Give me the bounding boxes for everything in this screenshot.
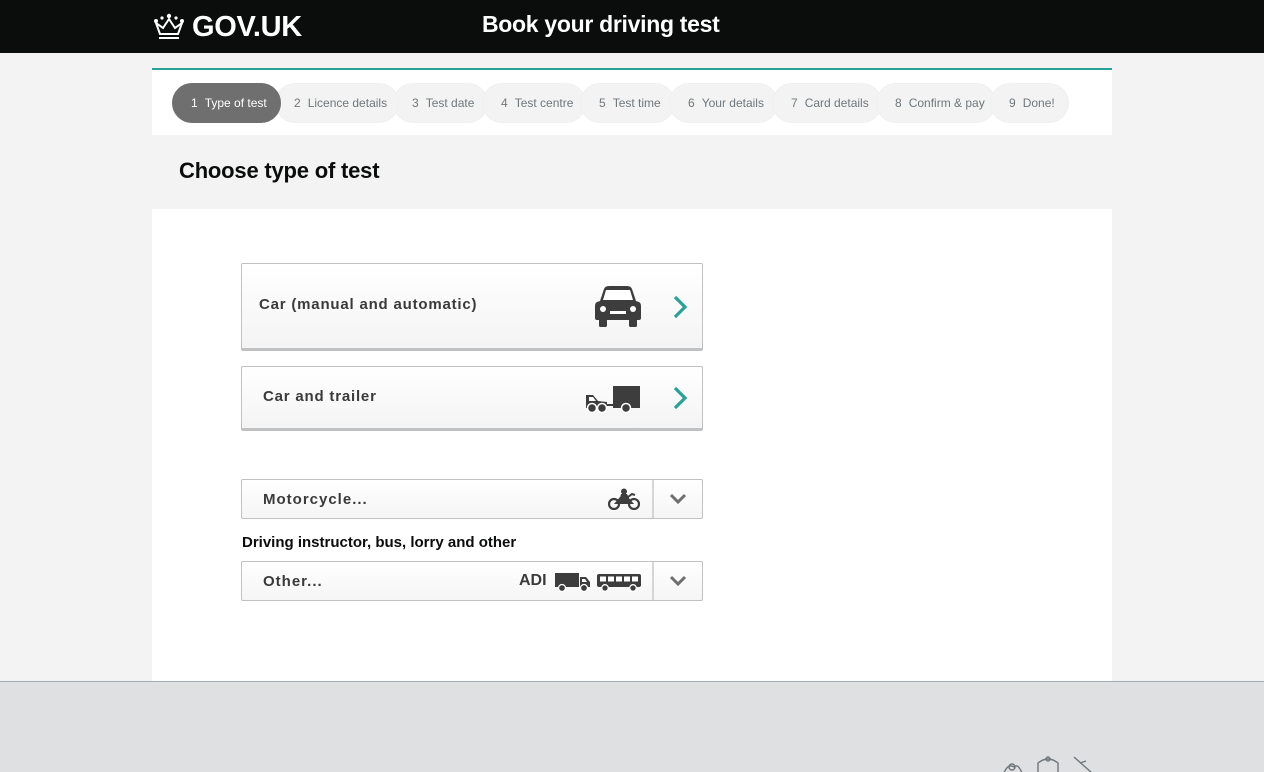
car-and-trailer-option-label: Car and trailer bbox=[263, 388, 377, 405]
step-card-details: 7 Card details bbox=[772, 83, 882, 123]
step-number: 3 bbox=[412, 96, 419, 110]
progress-steps: 1 Type of test 2 Licence details 3 Test … bbox=[172, 83, 1069, 123]
step-test-date: 3 Test date bbox=[393, 83, 488, 123]
select-divider bbox=[652, 562, 654, 600]
heading-band: Choose type of test bbox=[152, 135, 1112, 209]
crown-icon bbox=[153, 13, 185, 39]
bus-icon bbox=[597, 574, 641, 592]
step-label: Test centre bbox=[514, 96, 574, 110]
step-label: Card details bbox=[804, 96, 869, 110]
logo-text: GOV.UK bbox=[192, 10, 302, 43]
step-licence-details: 2 Licence details bbox=[275, 83, 399, 123]
other-select-label: Other... bbox=[263, 573, 323, 590]
page-title: Choose type of test bbox=[179, 158, 380, 183]
other-select[interactable]: Other... ADI bbox=[241, 561, 703, 601]
step-done: 9 Done! bbox=[990, 83, 1069, 123]
step-number: 1 bbox=[191, 96, 198, 110]
select-divider bbox=[652, 480, 654, 518]
step-label: Your details bbox=[701, 96, 764, 110]
step-test-centre: 4 Test centre bbox=[482, 83, 586, 123]
step-number: 8 bbox=[895, 96, 902, 110]
step-test-time: 5 Test time bbox=[580, 83, 675, 123]
step-label: Licence details bbox=[307, 96, 388, 110]
step-type-of-test: 1 Type of test bbox=[172, 83, 281, 123]
site-footer bbox=[0, 681, 1264, 772]
step-number: 6 bbox=[688, 96, 695, 110]
step-number: 9 bbox=[1009, 96, 1016, 110]
royal-crest-icon bbox=[1003, 756, 1092, 772]
step-number: 2 bbox=[294, 96, 301, 110]
motorcycle-select-label: Motorcycle... bbox=[263, 491, 368, 508]
motorcycle-icon bbox=[608, 488, 640, 510]
step-number: 5 bbox=[599, 96, 606, 110]
car-and-trailer-option-button[interactable]: Car and trailer bbox=[241, 366, 703, 431]
step-label: Type of test bbox=[204, 96, 267, 110]
motorcycle-select[interactable]: Motorcycle... bbox=[241, 479, 703, 519]
service-name[interactable]: Book your driving test bbox=[482, 11, 720, 38]
step-label: Done! bbox=[1022, 96, 1055, 110]
main-container: 1 Type of test 2 Licence details 3 Test … bbox=[152, 68, 1112, 681]
step-label: Confirm & pay bbox=[908, 96, 985, 110]
step-number: 7 bbox=[791, 96, 798, 110]
chevron-right-icon bbox=[673, 386, 688, 410]
chevron-right-icon bbox=[673, 295, 688, 319]
car-trailer-icon bbox=[586, 386, 640, 413]
other-tests-heading: Driving instructor, bus, lorry and other bbox=[242, 534, 517, 551]
car-option-label: Car (manual and automatic) bbox=[259, 296, 478, 313]
chevron-down-icon[interactable] bbox=[668, 492, 688, 506]
step-label: Test time bbox=[612, 96, 661, 110]
govuk-logo-link[interactable]: GOV.UK bbox=[152, 10, 302, 44]
site-header: GOV.UK Book your driving test bbox=[0, 0, 1264, 53]
step-confirm-pay: 8 Confirm & pay bbox=[876, 83, 996, 123]
step-your-details: 6 Your details bbox=[669, 83, 778, 123]
car-option-button[interactable]: Car (manual and automatic) bbox=[241, 263, 703, 351]
chevron-down-icon[interactable] bbox=[668, 574, 688, 588]
lorry-icon bbox=[555, 573, 590, 592]
adi-label: ADI bbox=[519, 572, 547, 589]
step-label: Test date bbox=[425, 96, 475, 110]
step-number: 4 bbox=[501, 96, 508, 110]
car-icon bbox=[595, 286, 641, 327]
